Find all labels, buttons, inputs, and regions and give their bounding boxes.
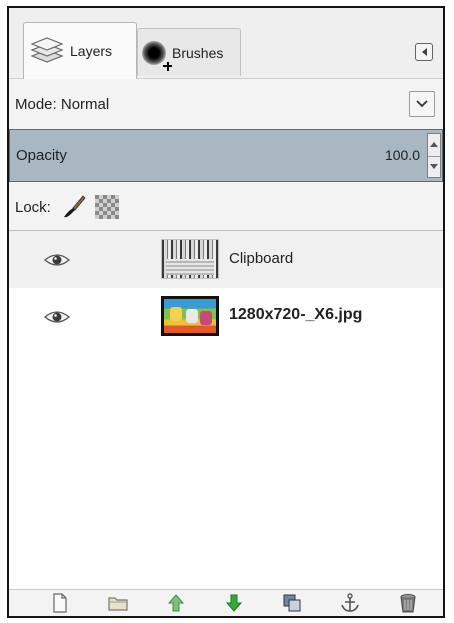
dock-tab-bar: Layers Brushes	[9, 8, 443, 79]
lower-layer-icon[interactable]	[223, 592, 245, 614]
layers-dock-panel: Layers Brushes Mode: Normal Opacity 100.…	[7, 6, 445, 618]
layer-row[interactable]: 1280x720-_X6.jpg	[9, 288, 443, 345]
eye-icon[interactable]	[43, 309, 71, 325]
tab-layers[interactable]: Layers	[23, 22, 137, 79]
opacity-label: Opacity	[16, 147, 67, 164]
layer-name[interactable]: Clipboard	[229, 250, 293, 267]
chevron-down-icon	[416, 100, 428, 108]
opacity-slider[interactable]: Opacity 100.0	[9, 129, 443, 182]
mode-label: Mode: Normal	[15, 95, 110, 113]
layer-name[interactable]: 1280x720-_X6.jpg	[229, 306, 362, 324]
anchor-layer-icon[interactable]	[339, 592, 361, 614]
lock-alpha-icon[interactable]	[94, 195, 119, 219]
tab-brushes-label: Brushes	[172, 44, 224, 61]
opacity-value[interactable]: 100.0	[385, 147, 420, 163]
new-layer-icon[interactable]	[49, 592, 71, 614]
tab-layers-label: Layers	[70, 43, 113, 59]
brush-icon	[142, 40, 172, 71]
layers-list: Clipboard 1280x720-_X6.jpg	[9, 230, 443, 593]
layer-row[interactable]: Clipboard	[9, 231, 443, 288]
delete-layer-icon[interactable]	[397, 592, 419, 614]
tab-menu-button[interactable]	[415, 43, 433, 61]
tab-brushes[interactable]: Brushes	[137, 28, 241, 76]
raise-layer-icon[interactable]	[165, 592, 187, 614]
layer-thumbnail	[161, 239, 219, 279]
mode-dropdown-button[interactable]	[409, 91, 435, 117]
opacity-increment-button[interactable]	[428, 134, 440, 157]
mode-value[interactable]: Normal	[61, 96, 109, 113]
mode-row: Mode: Normal	[9, 87, 443, 121]
layers-icon	[30, 37, 64, 63]
eye-icon[interactable]	[43, 252, 71, 268]
duplicate-layer-icon[interactable]	[281, 592, 303, 614]
layers-button-bar	[9, 589, 443, 616]
opacity-decrement-button[interactable]	[428, 156, 440, 178]
lock-row: Lock:	[9, 188, 443, 226]
lock-label: Lock:	[15, 198, 51, 216]
layer-thumbnail	[161, 296, 219, 336]
new-layer-group-icon[interactable]	[107, 592, 129, 614]
lock-pixels-icon[interactable]	[61, 194, 87, 220]
opacity-spin-buttons	[427, 133, 441, 178]
